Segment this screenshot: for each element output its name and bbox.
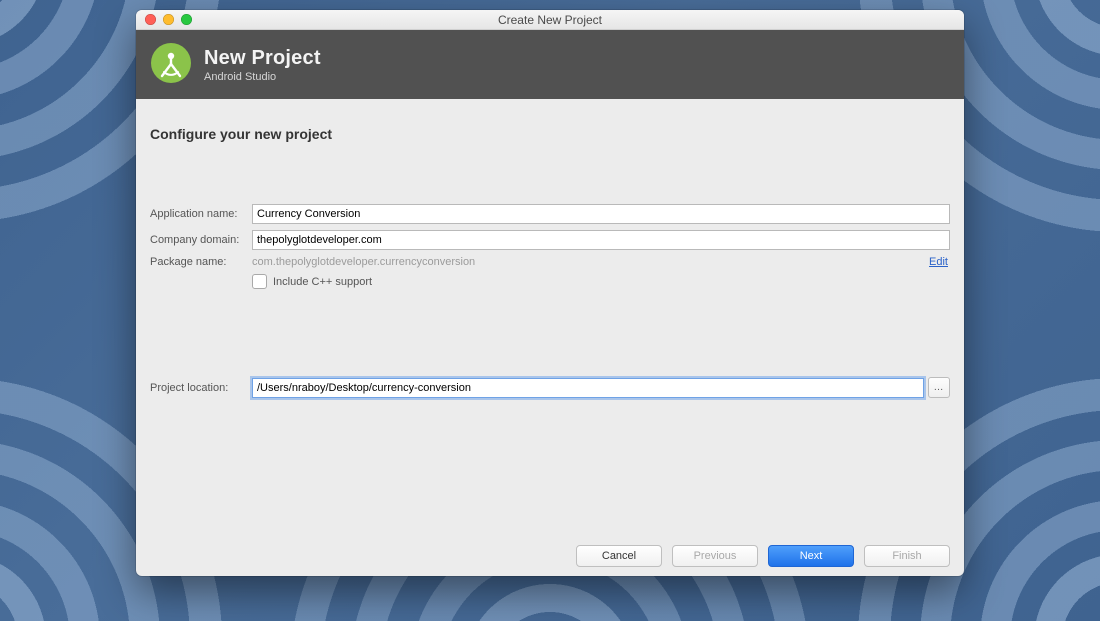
package-name-value: com.thepolyglotdeveloper.currencyconvers… (252, 256, 929, 268)
new-project-window: Create New Project New Project Android S… (136, 10, 964, 576)
previous-button[interactable]: Previous (672, 545, 758, 567)
cancel-button[interactable]: Cancel (576, 545, 662, 567)
titlebar: Create New Project (136, 10, 964, 30)
company-domain-input[interactable] (252, 230, 950, 250)
finish-button[interactable]: Finish (864, 545, 950, 567)
include-cpp-checkbox[interactable] (252, 274, 267, 289)
browse-location-button[interactable]: … (928, 377, 950, 398)
edit-package-link[interactable]: Edit (929, 256, 948, 268)
wizard-body: Configure your new project Application n… (136, 99, 964, 537)
app-name-label: Application name: (150, 208, 252, 220)
company-domain-label: Company domain: (150, 234, 252, 246)
window-title: Create New Project (136, 13, 964, 27)
project-location-label: Project location: (150, 382, 252, 394)
project-location-input[interactable] (252, 378, 924, 398)
app-name-input[interactable] (252, 204, 950, 224)
wizard-subtitle: Android Studio (204, 71, 321, 83)
wizard-footer: Cancel Previous Next Finish (136, 536, 964, 576)
package-name-label: Package name: (150, 256, 252, 268)
include-cpp-label: Include C++ support (273, 276, 372, 288)
wizard-title: New Project (204, 47, 321, 70)
section-title: Configure your new project (150, 126, 950, 142)
next-button[interactable]: Next (768, 545, 854, 567)
ellipsis-icon: … (934, 382, 945, 393)
wizard-header: New Project Android Studio (136, 30, 964, 99)
android-studio-icon (150, 42, 192, 87)
